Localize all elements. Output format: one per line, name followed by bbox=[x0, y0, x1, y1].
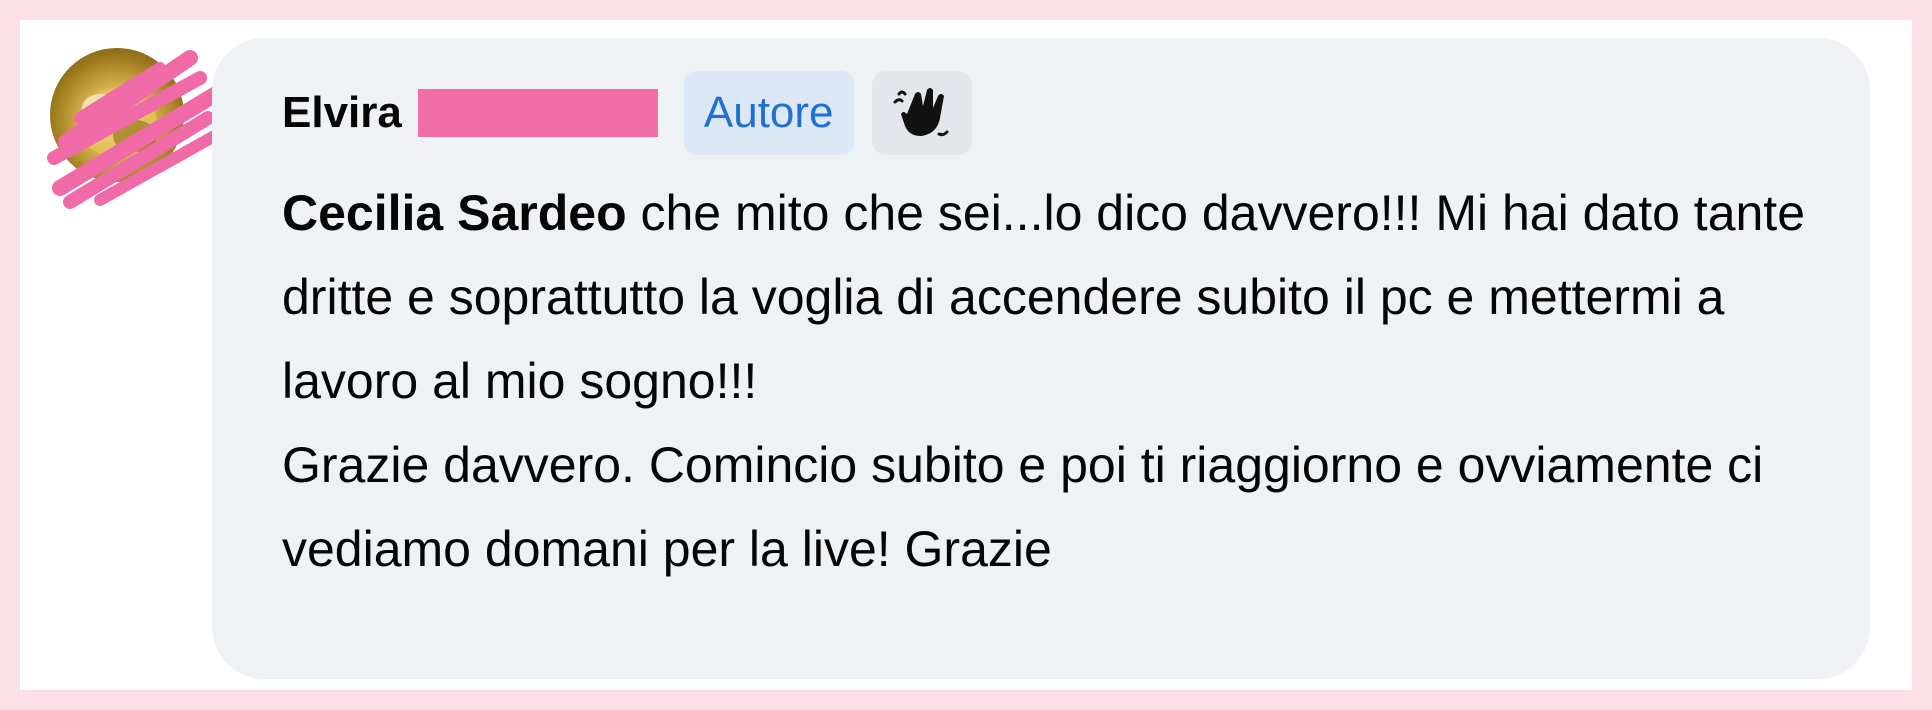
author-name[interactable]: Elvira bbox=[282, 88, 402, 138]
comment-paragraph-1: Cecilia Sardeo che mito che sei...lo dic… bbox=[282, 171, 1842, 423]
comment-paragraph-2: Grazie davvero. Comincio subito e poi ti… bbox=[282, 437, 1764, 577]
redaction-scribble bbox=[47, 50, 224, 209]
comment-header: Elvira Autore bbox=[282, 68, 972, 158]
waving-hand-icon bbox=[871, 71, 972, 155]
page-frame: Elvira Autore Cecilia Sardeo che mito ch… bbox=[20, 20, 1912, 690]
comment-body: Cecilia Sardeo che mito che sei...lo dic… bbox=[282, 171, 1842, 591]
comment-bubble: Elvira Autore Cecilia Sardeo che mito ch… bbox=[212, 38, 1870, 679]
mention-link[interactable]: Cecilia Sardeo bbox=[282, 185, 627, 241]
redacted-surname bbox=[417, 89, 658, 137]
author-badge: Autore bbox=[683, 71, 854, 155]
